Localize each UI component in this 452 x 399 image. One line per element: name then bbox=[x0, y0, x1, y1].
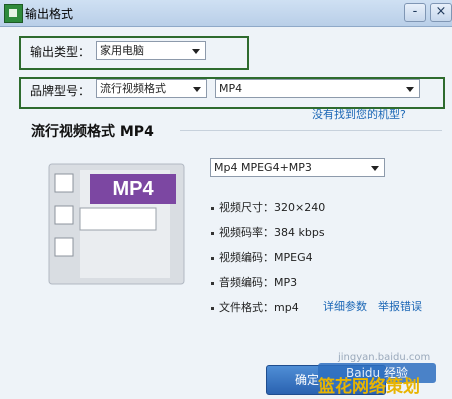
info-label: 视频码率： bbox=[219, 226, 274, 239]
watermark-url: jingyan.baidu.com bbox=[338, 352, 431, 363]
format-title: 流行视频格式 MP4 bbox=[31, 124, 154, 140]
output-type-label: 输出类型： bbox=[30, 45, 91, 59]
info-value: MP3 bbox=[274, 276, 298, 289]
bullet-icon bbox=[211, 256, 214, 260]
info-value: MPEG4 bbox=[274, 251, 313, 264]
info-row: 视频尺寸：320×240 bbox=[211, 199, 325, 215]
info-label: 音频编码： bbox=[219, 276, 274, 289]
info-label: 文件格式： bbox=[219, 301, 274, 314]
info-label: 视频尺寸： bbox=[219, 201, 274, 214]
bullet-icon bbox=[211, 281, 214, 285]
chevron-down-icon bbox=[193, 87, 201, 92]
app-icon bbox=[4, 4, 23, 23]
window-title: 输出格式 bbox=[25, 7, 74, 21]
format-preset-select[interactable]: Mp4 MPEG4+MP3 bbox=[210, 158, 385, 177]
info-label: 视频编码： bbox=[219, 251, 274, 264]
info-value: 320×240 bbox=[274, 201, 326, 214]
mp4-badge: MP4 bbox=[90, 174, 176, 204]
info-value: 384 kbps bbox=[274, 226, 325, 239]
brand-label: 品牌型号： bbox=[30, 84, 91, 98]
model-select[interactable]: MP4 bbox=[215, 79, 420, 98]
info-row: 音频编码：MP3 bbox=[211, 274, 297, 290]
bullet-icon bbox=[211, 231, 214, 235]
bullet-icon bbox=[211, 206, 214, 210]
watermark-text: 篮花网络策划 bbox=[318, 377, 420, 397]
brand-value: 流行视频格式 bbox=[100, 82, 166, 95]
title-bar: 输出格式 - × bbox=[0, 0, 452, 27]
info-row: 文件格式：mp4 bbox=[211, 299, 299, 315]
bullet-icon bbox=[211, 306, 214, 310]
model-value: MP4 bbox=[219, 82, 243, 95]
chevron-down-icon bbox=[406, 87, 414, 92]
detail-params-link[interactable]: 详细参数 bbox=[323, 298, 367, 314]
missing-model-link[interactable]: 没有找到您的机型? bbox=[312, 106, 406, 122]
info-row: 视频编码：MPEG4 bbox=[211, 249, 313, 265]
info-value: mp4 bbox=[274, 301, 299, 314]
chevron-down-icon bbox=[371, 166, 379, 171]
brand-select[interactable]: 流行视频格式 bbox=[96, 79, 207, 98]
report-error-link[interactable]: 举报错误 bbox=[378, 298, 422, 314]
format-preset-value: Mp4 MPEG4+MP3 bbox=[214, 161, 312, 174]
chevron-down-icon bbox=[192, 49, 200, 54]
info-row: 视频码率：384 kbps bbox=[211, 224, 325, 240]
output-type-select[interactable]: 家用电脑 bbox=[96, 41, 206, 60]
output-type-value: 家用电脑 bbox=[100, 44, 144, 57]
close-button[interactable]: × bbox=[430, 3, 452, 22]
minimize-button[interactable]: - bbox=[404, 3, 426, 22]
divider bbox=[180, 130, 442, 131]
